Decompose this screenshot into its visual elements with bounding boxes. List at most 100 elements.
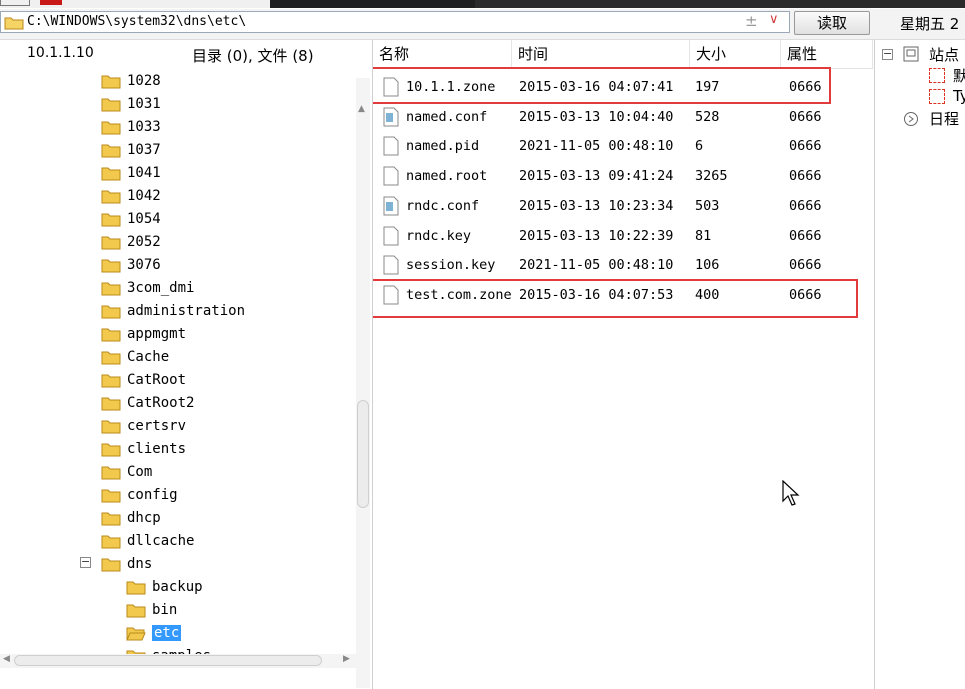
scroll-up-icon[interactable]: ▲ [358, 104, 365, 114]
tree-item-label: backup [152, 579, 203, 595]
tree-item[interactable]: bin [126, 599, 177, 621]
tree-item-label: certsrv [127, 418, 187, 434]
red-tab-marker [40, 0, 62, 5]
schedule-label[interactable]: 日程 [929, 108, 959, 129]
folder-icon [126, 581, 146, 594]
folder-icon [126, 604, 146, 617]
tree-horizontal-scrollbar[interactable]: ◀ ▶ [0, 654, 356, 668]
column-size[interactable]: 大小 [690, 40, 781, 68]
tree-item-label: 3076 [127, 257, 161, 273]
file-row[interactable]: named.pid 2021-11-05 00:48:10 6 0666 [373, 132, 873, 161]
tree-item[interactable]: dns [101, 553, 152, 575]
column-name[interactable]: 名称 [373, 40, 512, 68]
folder-icon [101, 443, 121, 456]
folder-icon [101, 351, 121, 364]
folder-icon [101, 558, 121, 571]
right-pane: − 站点 默 Ty 日程 [874, 40, 965, 689]
tree-item[interactable]: 3076 [101, 254, 161, 276]
path-input[interactable]: C:\WINDOWS\system32\dns\etc\ ± ∨ [0, 11, 790, 33]
tree-item[interactable]: 1033 [101, 116, 161, 138]
file-attr: 0666 [789, 109, 822, 125]
collapse-dns-icon[interactable]: − [80, 556, 91, 568]
column-attr[interactable]: 属性 [781, 40, 873, 68]
tree-item[interactable]: 1031 [101, 93, 161, 115]
file-row[interactable]: named.root 2015-03-13 09:41:24 3265 0666 [373, 162, 873, 191]
folder-icon [101, 328, 121, 341]
red-square-icon [929, 89, 945, 104]
window-top-strip [0, 0, 965, 8]
scroll-right-icon[interactable]: ▶ [343, 654, 350, 664]
tree-item[interactable]: 1042 [101, 185, 161, 207]
tree-item[interactable]: Cache [101, 346, 169, 368]
tree-item[interactable]: administration [101, 300, 245, 322]
folder-icon [101, 305, 121, 318]
file-attr: 0666 [789, 257, 822, 273]
scrollbar-thumb[interactable] [14, 655, 322, 666]
collapse-site-icon[interactable]: − [882, 48, 893, 60]
scrollbar-thumb[interactable] [357, 400, 369, 508]
tree-item-label: dllcache [127, 533, 195, 549]
tree-item-label: administration [127, 303, 246, 319]
tree-item[interactable]: dllcache [101, 530, 194, 552]
site-label[interactable]: 站点 [929, 44, 959, 65]
site-icon [903, 46, 919, 62]
scroll-left-icon[interactable]: ◀ [3, 654, 10, 664]
read-button[interactable]: 读取 [794, 11, 870, 35]
schedule-icon [904, 112, 918, 126]
tree-item[interactable]: backup [126, 576, 203, 598]
tree-item[interactable]: etc [126, 622, 182, 644]
tree-item[interactable]: dhcp [101, 507, 161, 529]
tree-item-label: CatRoot2 [127, 395, 195, 411]
folder-icon [101, 98, 121, 111]
tree-item-label: bin [152, 602, 178, 618]
tree-item[interactable]: CatRoot2 [101, 392, 194, 414]
file-name: named.pid [406, 138, 480, 154]
file-size: 3265 [695, 168, 728, 184]
tree-item[interactable]: CatRoot [101, 369, 186, 391]
site-item-1[interactable]: 默 [953, 65, 965, 86]
file-attr: 0666 [789, 198, 822, 214]
file-icon [383, 136, 399, 156]
tree-vertical-scrollbar[interactable]: ▲ [356, 78, 370, 688]
tree-item-label: etc [152, 625, 182, 641]
tree-item[interactable]: Com [101, 461, 152, 483]
tree-item-label: 1042 [127, 188, 161, 204]
tree-item-label: 1031 [127, 96, 161, 112]
tree-item[interactable]: certsrv [101, 415, 186, 437]
folder-icon [101, 282, 121, 295]
file-icon [383, 255, 399, 275]
tree-item[interactable]: 1028 [101, 70, 161, 92]
tree-item[interactable]: 1054 [101, 208, 161, 230]
folder-icon [101, 236, 121, 249]
folder-icon [101, 397, 121, 410]
weekday-label: 星期五 2 [900, 15, 960, 33]
tree-item[interactable]: 1037 [101, 139, 161, 161]
file-time: 2015-03-13 10:23:34 [519, 198, 674, 214]
folder-icon [101, 489, 121, 502]
tree-item-label: clients [127, 441, 187, 457]
file-row[interactable]: named.conf 2015-03-13 10:04:40 528 0666 [373, 103, 873, 132]
site-item-2[interactable]: Ty [953, 87, 965, 105]
folder-icon [101, 213, 121, 226]
plus-icon[interactable]: ± [745, 12, 758, 30]
folder-icon [101, 512, 121, 525]
file-attr: 0666 [789, 168, 822, 184]
tree-item[interactable]: clients [101, 438, 186, 460]
tree-item[interactable]: config [101, 484, 178, 506]
column-time[interactable]: 时间 [512, 40, 690, 68]
file-row[interactable]: session.key 2021-11-05 00:48:10 106 0666 [373, 251, 873, 280]
path-text: C:\WINDOWS\system32\dns\etc\ [27, 14, 247, 29]
file-row[interactable]: rndc.conf 2015-03-13 10:23:34 503 0666 [373, 192, 873, 221]
dir-file-count: 目录 (0), 文件 (8) [192, 47, 314, 65]
file-row[interactable]: rndc.key 2015-03-13 10:22:39 81 0666 [373, 222, 873, 251]
folder-icon [101, 259, 121, 272]
dark-title-area-2 [475, 0, 965, 8]
tree-item[interactable]: 1041 [101, 162, 161, 184]
tree-item-label: 1041 [127, 165, 161, 181]
file-size: 528 [695, 109, 720, 125]
tree-item-label: 3com_dmi [127, 280, 195, 296]
tree-item[interactable]: appmgmt [101, 323, 186, 345]
tree-item[interactable]: 2052 [101, 231, 161, 253]
chevron-down-icon[interactable]: ∨ [769, 12, 779, 27]
tree-item[interactable]: 3com_dmi [101, 277, 194, 299]
